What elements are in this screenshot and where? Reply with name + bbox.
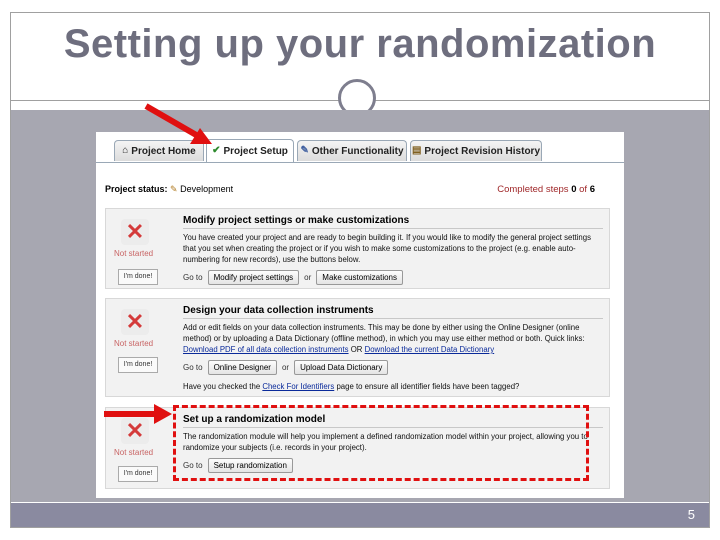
or-label: or (281, 363, 290, 372)
completed-steps: Completed steps 0 of 6 (497, 184, 595, 195)
completed-of: of (579, 184, 588, 195)
download-pdf-link[interactable]: Download PDF of all data collection inst… (183, 345, 349, 354)
development-icon: ✎ (170, 184, 178, 194)
not-started-x-icon: ✕ (121, 309, 149, 335)
step-state: Not started (114, 339, 154, 348)
status-value: Development (180, 184, 234, 194)
tab-label: Other Functionality (311, 145, 404, 157)
im-done-button[interactable]: I'm done! (118, 466, 158, 482)
red-arrow-icon (144, 103, 212, 144)
modify-project-settings-button[interactable]: Modify project settings (207, 270, 300, 285)
make-customizations-button[interactable]: Make customizations (316, 270, 403, 285)
completed-total: 6 (589, 184, 595, 195)
pencil-icon: ✎ (300, 145, 309, 156)
footer-bar: 5 (11, 503, 709, 527)
tab-other-functionality[interactable]: ✎ Other Functionality (297, 140, 407, 161)
tab-label: Project Revision History (424, 145, 541, 157)
completed-label: Completed steps (497, 184, 569, 195)
goto-label: Go to (183, 363, 203, 372)
step-text: Add or edit fields on your data collecti… (183, 323, 585, 343)
step-description: You have created your project and are re… (183, 233, 591, 264)
tab-label: Project Setup (223, 145, 288, 157)
slide-title: Setting up your randomization (63, 22, 657, 66)
step-design-instruments: ✕ Not started I'm done! Design your data… (105, 298, 610, 397)
document-icon: ▤ (411, 145, 422, 156)
completed-count: 0 (571, 184, 577, 195)
goto-row: Go to Modify project settings or Make cu… (183, 270, 603, 285)
check-for-identifiers-link[interactable]: Check For Identifiers (262, 382, 334, 391)
im-done-button[interactable]: I'm done! (118, 269, 158, 285)
red-arrow-icon (104, 404, 172, 424)
goto-row: Go to Online Designer or Upload Data Dic… (183, 360, 603, 375)
or-label: or (304, 273, 312, 282)
identifier-check-note: Have you checked the Check For Identifie… (183, 382, 603, 391)
upload-data-dictionary-button[interactable]: Upload Data Dictionary (294, 360, 389, 375)
step-state: Not started (114, 448, 154, 457)
online-designer-button[interactable]: Online Designer (207, 360, 277, 375)
or-text: OR (350, 345, 363, 354)
page-number: 5 (687, 507, 695, 522)
step-description: Add or edit fields on your data collecti… (183, 322, 603, 355)
not-started-x-icon: ✕ (121, 219, 149, 245)
step-modify-settings: ✕ Not started I'm done! Modify project s… (105, 208, 610, 289)
check-text: Have you checked the (183, 382, 261, 391)
step-heading: Modify project settings or make customiz… (183, 215, 603, 229)
house-icon: ⌂ (122, 145, 129, 156)
check-text: page to ensure all identifier fields hav… (336, 382, 520, 391)
tab-project-revision-history[interactable]: ▤ Project Revision History (410, 140, 542, 161)
step-heading: Design your data collection instruments (183, 305, 603, 319)
download-data-dictionary-link[interactable]: Download the current Data Dictionary (365, 345, 495, 354)
goto-label: Go to (183, 273, 203, 282)
highlight-box (173, 405, 589, 481)
step-state: Not started (114, 249, 154, 258)
project-status: Project status: ✎ Development (105, 184, 233, 195)
im-done-button[interactable]: I'm done! (118, 357, 158, 373)
status-label: Project status: (105, 184, 168, 194)
